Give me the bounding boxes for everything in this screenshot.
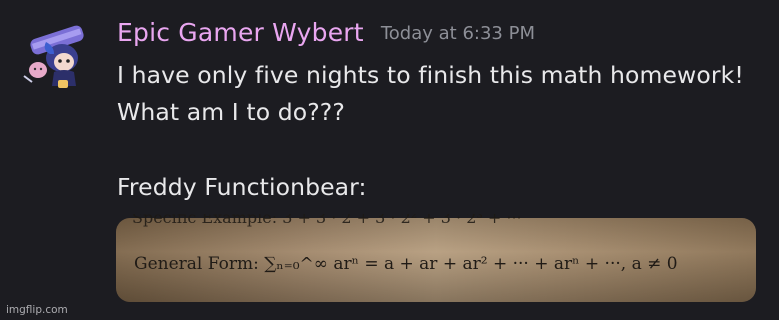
message-line: I have only five nights to finish this m… [117, 61, 744, 89]
message-timestamp: Today at 6:33 PM [380, 23, 535, 44]
general-form-text: General Form: ∑ₙ₌₀^∞ arⁿ = a + ar + ar² … [134, 254, 678, 274]
user-avatar[interactable] [20, 24, 92, 92]
message-line: What am I to do??? [117, 98, 345, 126]
message-header: Epic Gamer Wybert Today at 6:33 PM [117, 18, 535, 47]
image-attachment[interactable]: Specific Example: 3 + 3 · 2 + 3 · 2² + 3… [116, 214, 756, 302]
author-name[interactable]: Epic Gamer Wybert [117, 18, 364, 47]
specific-example-text: Specific Example: 3 + 3 · 2 + 3 · 2² + 3… [132, 214, 522, 227]
message-line: Freddy Functionbear: [117, 173, 367, 201]
imgflip-watermark: imgflip.com [6, 304, 68, 316]
user-avatar-icon [23, 25, 84, 88]
